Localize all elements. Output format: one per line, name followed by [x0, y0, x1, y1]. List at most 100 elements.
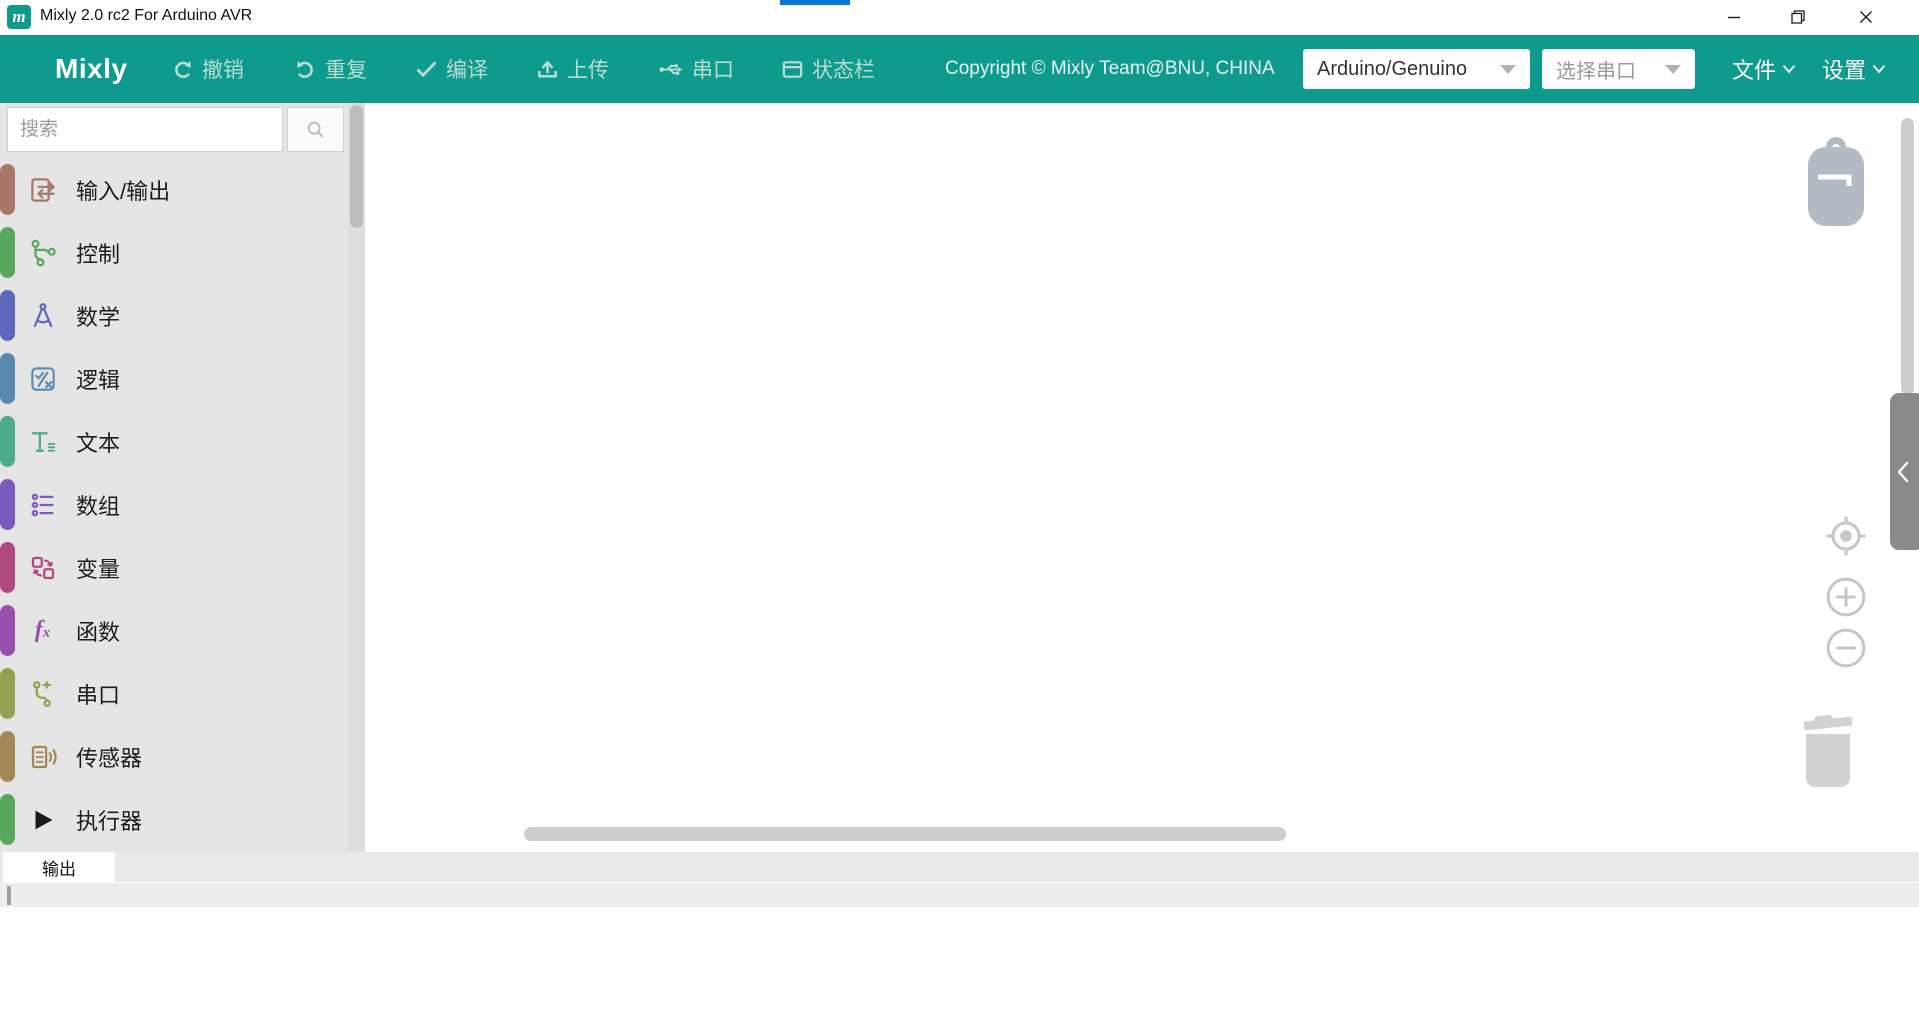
restore-button[interactable]: [1769, 0, 1827, 33]
logic-icon: [27, 363, 58, 394]
chevron-down-icon: [1500, 65, 1516, 74]
category-color-bar: [0, 353, 15, 404]
statusbar-label: 状态栏: [812, 54, 875, 84]
control-icon: [27, 237, 58, 268]
category-label: 文本: [76, 410, 120, 473]
minimize-icon: [1726, 9, 1742, 25]
array-icon: [27, 489, 58, 520]
upload-icon: [536, 58, 559, 81]
category-color-bar: [0, 227, 15, 278]
category-label: 控制: [76, 221, 120, 284]
redo-button[interactable]: 重复: [294, 35, 367, 103]
code-panel-collapse-handle[interactable]: [1890, 393, 1919, 550]
trash-icon[interactable]: [1797, 707, 1859, 797]
port-select[interactable]: 选择串口: [1542, 49, 1695, 89]
category-color-bar: [0, 605, 15, 656]
category-color-bar: [0, 794, 15, 845]
sidebar-item-variable[interactable]: 变量: [0, 536, 348, 599]
category-label: 串口: [76, 662, 120, 725]
category-label: 数组: [76, 473, 120, 536]
redo-icon: [294, 58, 317, 81]
zoom-in-icon: [1825, 576, 1867, 618]
settings-menu[interactable]: 设置: [1822, 35, 1886, 103]
statusbar-button[interactable]: 状态栏: [781, 35, 875, 103]
compile-button[interactable]: 编译: [415, 35, 488, 103]
category-color-bar: [0, 668, 15, 719]
category-color-bar: [0, 731, 15, 782]
close-icon: [1858, 9, 1874, 25]
category-label: 执行器: [76, 788, 142, 851]
center-view-button[interactable]: [1823, 513, 1869, 559]
window-title: Mixly 2.0 rc2 For Arduino AVR: [40, 7, 252, 25]
category-color-bar: [0, 479, 15, 530]
chevron-down-icon: [1665, 65, 1681, 74]
canvas-vertical-scrollbar[interactable]: [1901, 118, 1914, 395]
close-button[interactable]: [1837, 0, 1895, 33]
serial-button[interactable]: 串口: [658, 35, 734, 103]
file-menu-label: 文件: [1732, 53, 1776, 85]
usb-icon: [658, 58, 684, 81]
target-icon: [1823, 513, 1869, 559]
taskbar-indicator: [780, 0, 850, 5]
undo-button[interactable]: 撤销: [171, 35, 244, 103]
blockly-workspace[interactable]: [365, 103, 1919, 852]
category-color-bar: [0, 542, 15, 593]
io-icon: [27, 174, 58, 205]
restore-icon: [1790, 9, 1806, 25]
search-input[interactable]: [7, 107, 283, 152]
tab-output[interactable]: 输出: [3, 852, 115, 882]
sidebar-item-control[interactable]: 控制: [0, 221, 348, 284]
mixly-logo-icon: m: [7, 5, 31, 29]
title-bar: m Mixly 2.0 rc2 For Arduino AVR: [0, 0, 1919, 35]
search-button[interactable]: [287, 107, 344, 152]
output-console[interactable]: [0, 882, 1919, 1032]
sidebar-item-array[interactable]: 数组: [0, 473, 348, 536]
board-select-value: Arduino/Genuino: [1317, 58, 1467, 81]
check-icon: [415, 58, 438, 81]
compile-label: 编译: [446, 54, 488, 84]
sidebar-item-io[interactable]: 输入/输出: [0, 158, 348, 221]
collapse-left-icon: [1895, 461, 1911, 483]
category-label: 函数: [76, 599, 120, 662]
sidebar-item-math[interactable]: 数学: [0, 284, 348, 347]
undo-label: 撤销: [202, 54, 244, 84]
cable-icon: [27, 678, 58, 709]
sidebar-item-text[interactable]: 文本: [0, 410, 348, 473]
block-category-sidebar: 输入/输出 控制 数学 逻辑: [0, 103, 365, 852]
sidebar-item-serial[interactable]: 串口: [0, 662, 348, 725]
text-cursor: [7, 886, 11, 905]
zoom-out-icon: [1825, 627, 1867, 669]
category-label: 数学: [76, 284, 120, 347]
text-icon: [27, 426, 58, 457]
board-select[interactable]: Arduino/Genuino: [1303, 49, 1530, 89]
sidebar-item-function[interactable]: fx 函数: [0, 599, 348, 662]
category-color-bar: [0, 416, 15, 467]
canvas-horizontal-scrollbar[interactable]: [524, 827, 1286, 841]
sidebar-scrollbar-thumb[interactable]: [350, 105, 363, 228]
redo-label: 重复: [325, 54, 367, 84]
category-color-bar: [0, 290, 15, 341]
category-label: 逻辑: [76, 347, 120, 410]
zoom-in-button[interactable]: [1825, 576, 1867, 618]
upload-button[interactable]: 上传: [536, 35, 609, 103]
math-icon: [27, 300, 58, 331]
port-select-value: 选择串口: [1556, 55, 1636, 84]
zoom-out-button[interactable]: [1825, 627, 1867, 669]
settings-menu-label: 设置: [1822, 53, 1866, 85]
minimize-button[interactable]: [1705, 0, 1763, 33]
sensor-icon: [27, 741, 58, 772]
actuator-icon: [27, 804, 58, 835]
serial-label: 串口: [692, 54, 734, 84]
backpack-icon[interactable]: [1805, 133, 1867, 228]
sidebar-item-sensor[interactable]: 传感器: [0, 725, 348, 788]
file-menu[interactable]: 文件: [1732, 35, 1796, 103]
undo-icon: [171, 58, 194, 81]
chevron-down-icon: [1872, 64, 1886, 74]
upload-label: 上传: [567, 54, 609, 84]
output-tab-label: 输出: [42, 855, 76, 880]
sidebar-item-actuator[interactable]: 执行器: [0, 788, 348, 851]
sidebar-item-logic[interactable]: 逻辑: [0, 347, 348, 410]
window-icon: [781, 58, 804, 81]
bottom-tab-bar: 输出: [0, 852, 1919, 882]
category-color-bar: [0, 164, 15, 215]
